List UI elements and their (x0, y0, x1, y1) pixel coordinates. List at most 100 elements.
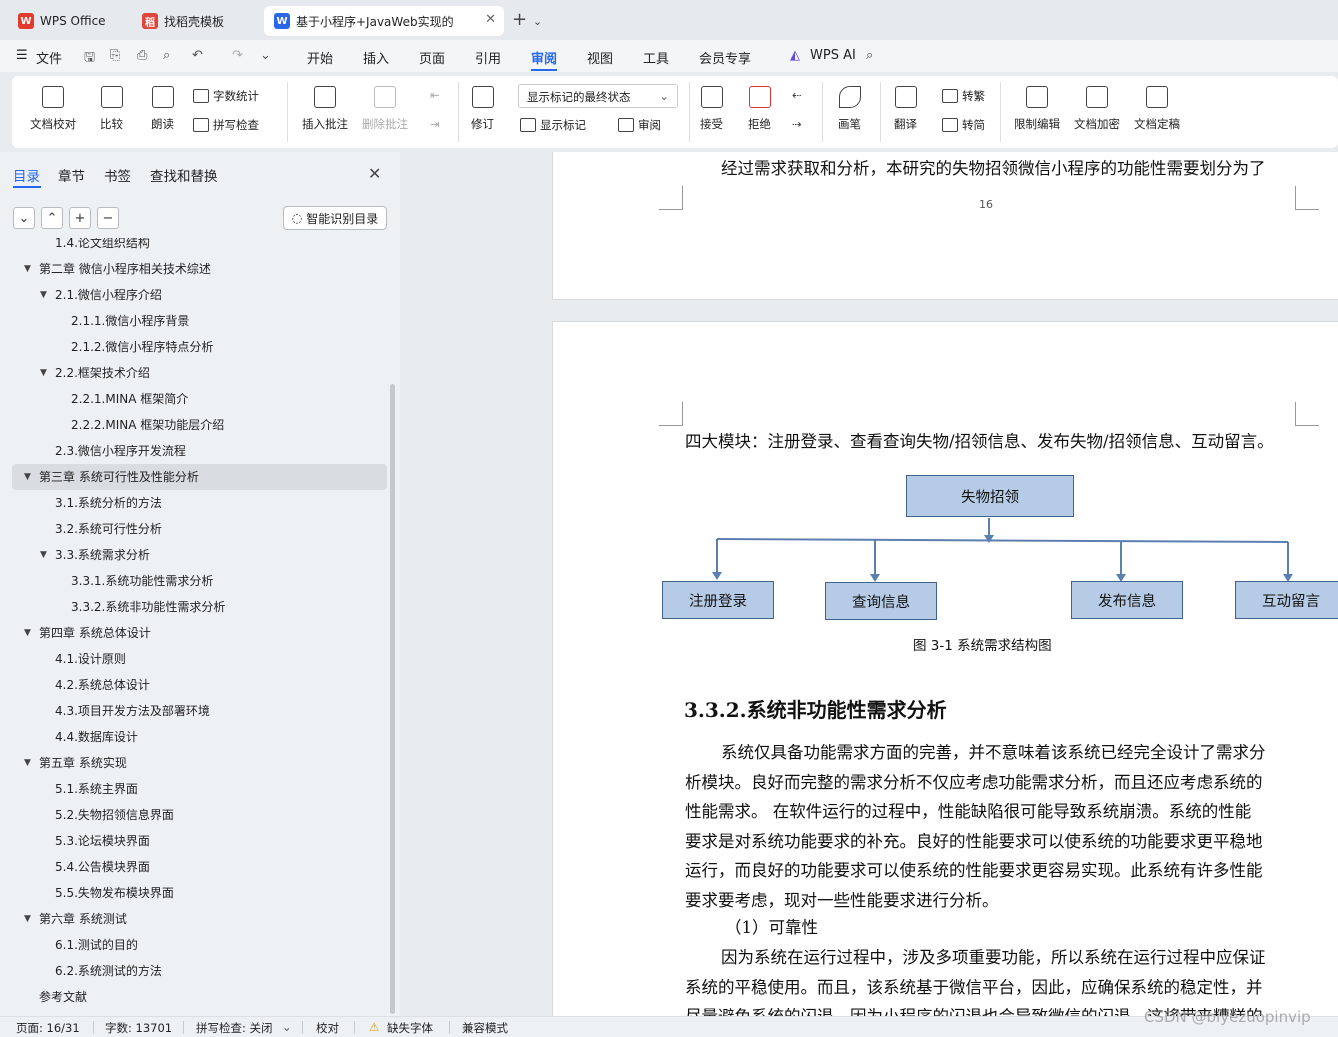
remove-heading-button[interactable]: − (97, 207, 119, 229)
close-tab-icon[interactable]: ✕ (485, 12, 496, 27)
print-preview-icon[interactable]: ⌕ (163, 48, 170, 63)
markup-state-select[interactable]: 显示标记的最终状态 ⌄ (518, 84, 678, 108)
search-icon[interactable]: ⌕ (866, 48, 873, 63)
next-comment-icon[interactable]: ⇥ (430, 117, 440, 131)
restrict-edit-button[interactable]: 限制编辑 (1014, 86, 1060, 132)
expand-triangle-icon[interactable]: ▼ (24, 464, 31, 490)
toc-item[interactable]: ▼ 第三章 系统可行性及性能分析 (12, 464, 387, 490)
expand-triangle-icon[interactable]: ▼ (40, 542, 47, 568)
expand-triangle-icon[interactable]: ▼ (24, 750, 31, 776)
expand-triangle-icon[interactable]: ▼ (40, 360, 47, 386)
accept-button[interactable]: 接受 (700, 86, 723, 132)
toc-item[interactable]: 2.1.1.微信小程序背景 (71, 308, 189, 334)
word-count-indicator[interactable]: 字数: 13701 (105, 1020, 172, 1036)
smart-toc-button[interactable]: ◌ 智能识别目录 (283, 206, 387, 230)
toc-item[interactable]: ▼ 2.2.框架技术介绍 (40, 360, 150, 386)
menu-start[interactable]: 开始 (307, 48, 333, 67)
toc-item[interactable]: 4.3.项目开发方法及部署环境 (55, 698, 210, 724)
prev-comment-icon[interactable]: ⇤ (430, 88, 440, 102)
pen-button[interactable]: 画笔 (838, 86, 861, 132)
proofread-indicator[interactable]: 校对 (316, 1020, 339, 1036)
toc-item[interactable]: 2.3.微信小程序开发流程 (55, 438, 186, 464)
expand-triangle-icon[interactable]: ▼ (24, 620, 31, 646)
next-change-icon[interactable]: ⇢ (792, 117, 802, 131)
menu-view[interactable]: 视图 (587, 48, 613, 67)
toc-item[interactable]: 参考文献 (39, 984, 87, 1010)
delete-comment-button[interactable]: 删除批注 (362, 86, 408, 132)
toc-item[interactable]: 5.3.论坛模块界面 (55, 828, 150, 854)
page-indicator[interactable]: 页面: 16/31 (16, 1020, 80, 1036)
spell-check-indicator[interactable]: 拼写检查: 关闭 (196, 1020, 273, 1036)
encrypt-button[interactable]: 文档加密 (1074, 86, 1120, 132)
toc-item[interactable]: 3.3.2.系统非功能性需求分析 (71, 594, 225, 620)
print-icon[interactable]: ⎙ (137, 48, 147, 63)
toc-item[interactable]: 3.1.系统分析的方法 (55, 490, 162, 516)
panel-tab-find-replace[interactable]: 查找和替换 (150, 165, 218, 185)
expand-triangle-icon[interactable]: ▼ (24, 906, 31, 932)
toc-item[interactable]: 3.3.1.系统功能性需求分析 (71, 568, 213, 594)
toc-item[interactable]: 2.2.1.MINA 框架简介 (71, 386, 188, 412)
toc-scrollbar[interactable] (390, 384, 395, 1014)
toc-item[interactable]: 5.1.系统主界面 (55, 776, 138, 802)
toc-item[interactable]: 4.2.系统总体设计 (55, 672, 150, 698)
translate-button[interactable]: 翻译 (894, 86, 917, 132)
compat-mode-indicator[interactable]: 兼容模式 (462, 1020, 508, 1036)
expand-triangle-icon[interactable]: ▼ (40, 282, 47, 308)
show-markup-button[interactable]: 显示标记 (520, 117, 586, 133)
toc-item[interactable]: ▼ 第二章 微信小程序相关技术综述 (24, 256, 211, 282)
prev-change-icon[interactable]: ⇠ (792, 88, 802, 102)
to-traditional-button[interactable]: 转繁 (942, 88, 985, 104)
toc-item[interactable]: ▼ 第六章 系统测试 (24, 906, 127, 932)
toc-item[interactable]: 2.1.2.微信小程序特点分析 (71, 334, 213, 360)
toc-item[interactable]: 6.2.系统测试的方法 (55, 958, 162, 984)
toc-item[interactable]: 1.4.论文组织结构 (55, 238, 150, 256)
toc-item[interactable]: ▼ 2.1.微信小程序介绍 (40, 282, 162, 308)
word-count-button[interactable]: 字数统计 (193, 88, 259, 104)
new-tab-icon[interactable]: + ⌄ (512, 9, 542, 30)
more-icon[interactable]: ⌄ (260, 48, 271, 63)
panel-tab-bookmarks[interactable]: 书签 (104, 165, 131, 185)
hamburger-icon[interactable]: ☰ (16, 48, 28, 63)
menu-wps-ai[interactable]: WPS AI (810, 48, 856, 63)
insert-comment-button[interactable]: 插入批注 (302, 86, 348, 132)
tab-document[interactable]: W 基于小程序+JavaWeb实现的 ✕ (264, 6, 504, 36)
undo-icon[interactable]: ↶ (192, 48, 203, 63)
missing-font-indicator[interactable]: 缺失字体 (387, 1020, 433, 1036)
revise-button[interactable]: 修订 (471, 86, 494, 132)
menu-tools[interactable]: 工具 (643, 48, 669, 67)
redo-icon[interactable]: ↷ (232, 48, 243, 63)
menu-review[interactable]: 审阅 (531, 48, 557, 67)
toc-item[interactable]: 5.5.失物发布模块界面 (55, 880, 174, 906)
toc-item[interactable]: 5.4.公告模块界面 (55, 854, 150, 880)
spell-check-button[interactable]: 拼写检查 (193, 117, 259, 133)
reject-button[interactable]: 拒绝 (748, 86, 771, 132)
finalize-button[interactable]: 文档定稿 (1134, 86, 1180, 132)
toc-item[interactable]: ▼ 3.3.系统需求分析 (40, 542, 150, 568)
toc-item[interactable]: 5.2.失物招领信息界面 (55, 802, 174, 828)
add-heading-button[interactable]: + (69, 207, 91, 229)
read-aloud-button[interactable]: 朗读 (151, 86, 174, 132)
toc-item[interactable]: 4.1.设计原则 (55, 646, 126, 672)
doc-check-button[interactable]: 文档校对 (30, 86, 76, 132)
panel-tab-toc[interactable]: 目录 (13, 165, 40, 185)
expand-triangle-icon[interactable]: ▼ (24, 256, 31, 282)
menu-member[interactable]: 会员专享 (699, 48, 751, 67)
toc-item[interactable]: ▼ 第五章 系统实现 (24, 750, 127, 776)
toc-item[interactable]: 3.2.系统可行性分析 (55, 516, 162, 542)
compare-button[interactable]: 比较 (100, 86, 123, 132)
menu-insert[interactable]: 插入 (363, 48, 389, 67)
to-simplified-button[interactable]: 转简 (942, 117, 985, 133)
review-pane-button[interactable]: 审阅 (618, 117, 661, 133)
collapse-all-button[interactable]: ⌄ (13, 207, 35, 229)
menu-page[interactable]: 页面 (419, 48, 445, 67)
panel-tab-sections[interactable]: 章节 (58, 165, 85, 185)
close-panel-icon[interactable]: ✕ (368, 164, 381, 183)
export-icon[interactable]: ⎘ (110, 48, 120, 63)
toc-item[interactable]: 4.4.数据库设计 (55, 724, 138, 750)
tab-template[interactable]: 稻 找稻壳模板 (132, 6, 256, 36)
toc-item[interactable]: 2.2.2.MINA 框架功能层介绍 (71, 412, 224, 438)
menu-reference[interactable]: 引用 (475, 48, 501, 67)
toc-item[interactable]: 6.1.测试的目的 (55, 932, 138, 958)
save-icon[interactable]: 🖫 (84, 48, 95, 70)
toc-item[interactable]: ▼ 第四章 系统总体设计 (24, 620, 151, 646)
